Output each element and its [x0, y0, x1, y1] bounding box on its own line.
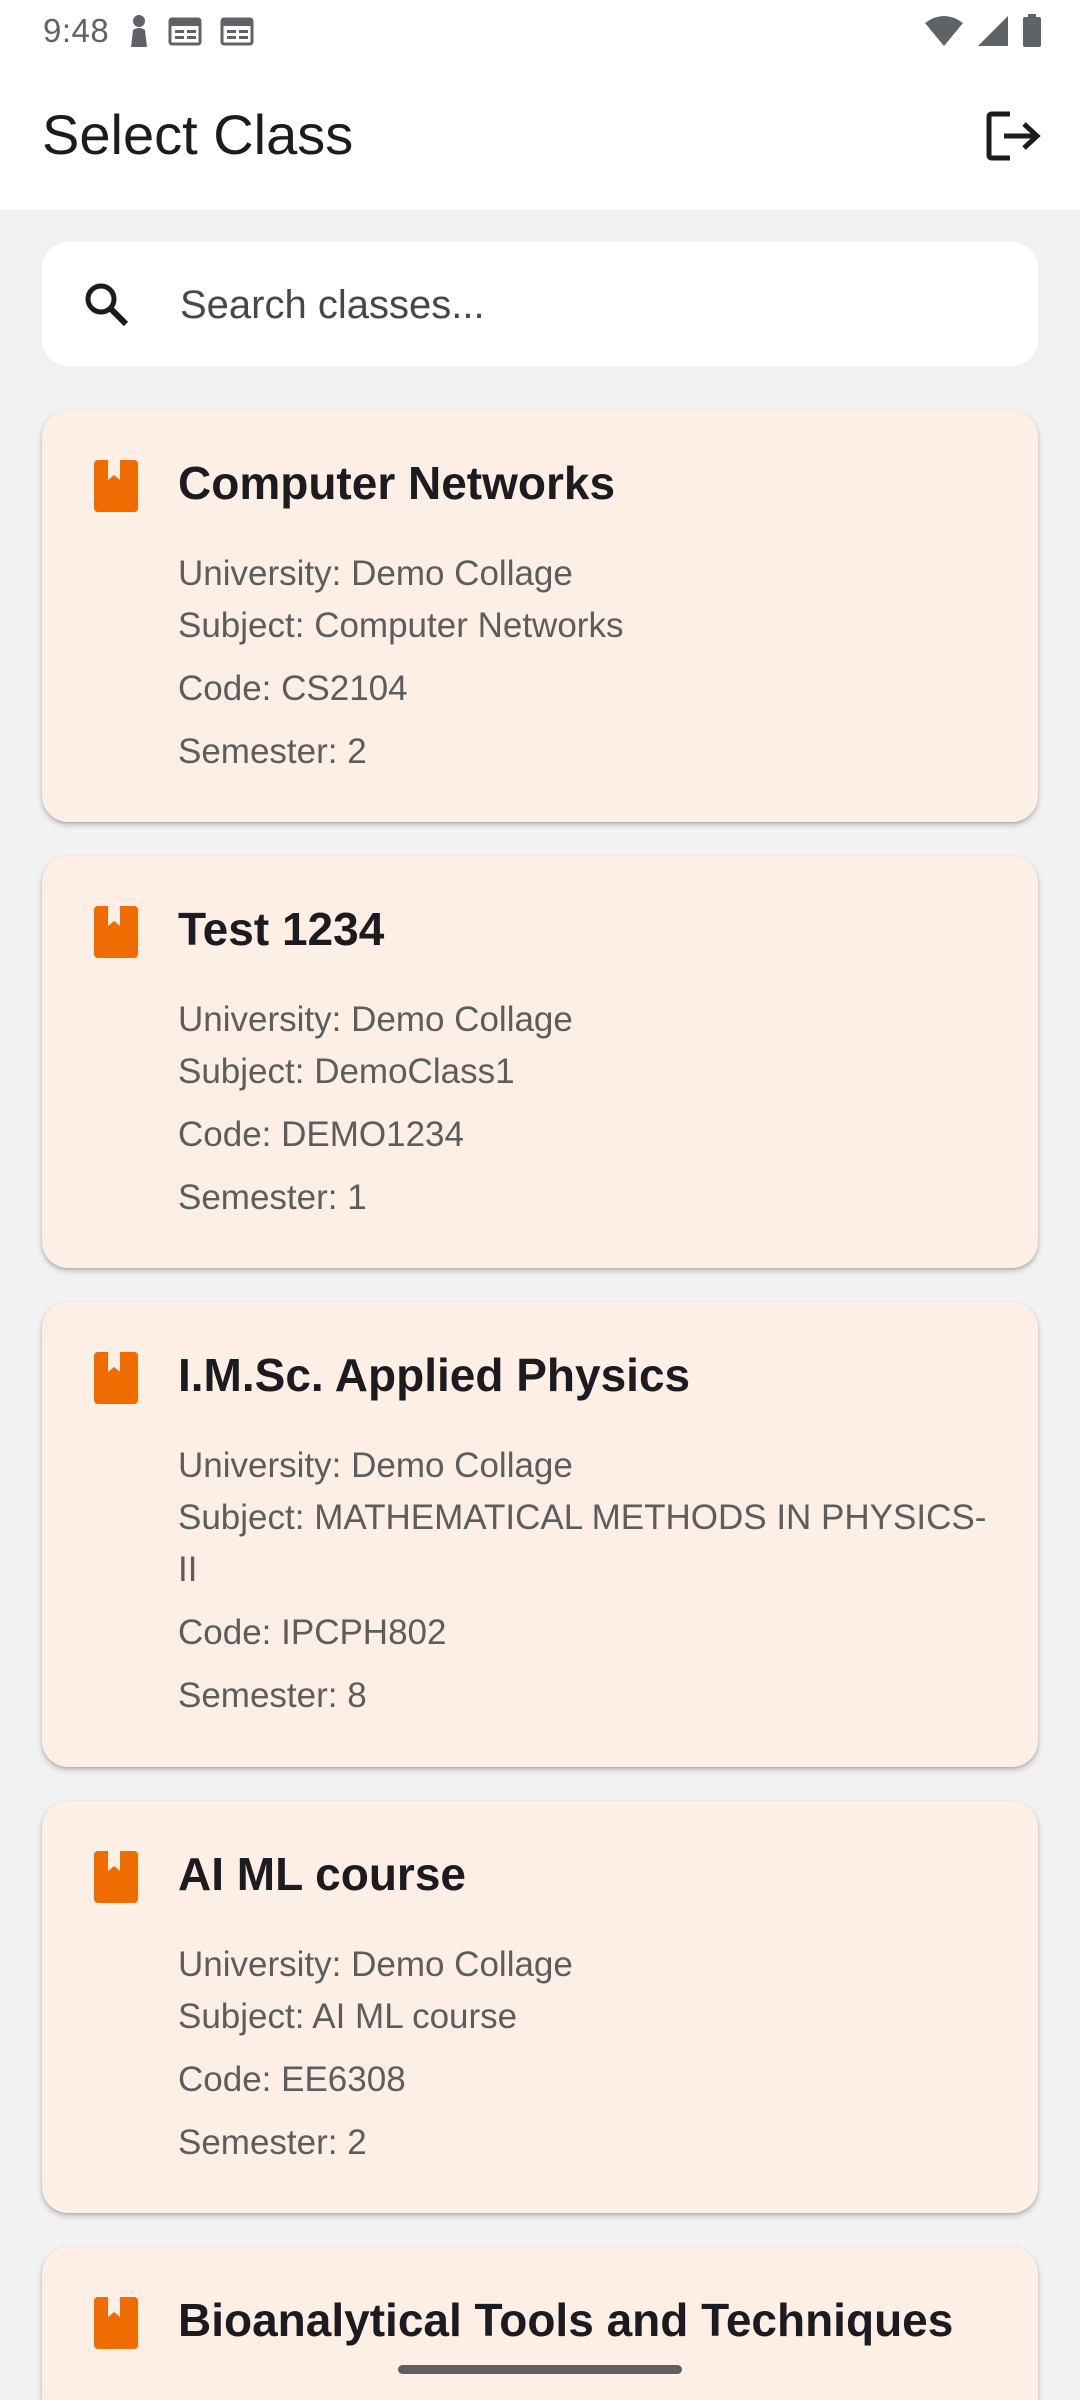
bookmark-book-icon: [94, 2297, 138, 2354]
class-subject: Subject: MATHEMATICAL METHODS IN PHYSICS…: [178, 1498, 987, 1589]
class-semester: Semester: 1: [178, 1178, 367, 1217]
calendar-icon: [168, 16, 202, 51]
class-subject: Subject: DemoClass1: [178, 1052, 515, 1091]
class-card[interactable]: Computer Networks University: Demo Colla…: [42, 410, 1038, 822]
class-details: University: Demo Collage Subject: DemoCl…: [178, 994, 998, 1224]
class-title: Bioanalytical Tools and Techniques: [178, 2294, 954, 2346]
logout-icon: [986, 110, 1042, 167]
class-code: Code: IPCPH802: [178, 1613, 447, 1652]
status-right-icons: [924, 14, 1042, 53]
class-code: Code: EE6308: [178, 2060, 406, 2099]
page-title: Select Class: [42, 103, 354, 166]
class-details: University: Demo Collage Subject: MATHEM…: [178, 1440, 998, 1722]
class-code: Code: CS2104: [178, 669, 408, 708]
search-bar[interactable]: [42, 242, 1038, 366]
battery-icon: [1022, 14, 1042, 53]
class-title: Test 1234: [178, 903, 385, 955]
class-card[interactable]: Bioanalytical Tools and Techniques: [42, 2247, 1038, 2400]
class-semester: Semester: 8: [178, 1676, 367, 1715]
class-card[interactable]: AI ML course University: Demo Collage Su…: [42, 1801, 1038, 2213]
status-time: 9:48: [43, 12, 110, 49]
class-details: University: Demo Collage Subject: AI ML …: [178, 1939, 998, 2169]
class-university: University: Demo Collage: [178, 1446, 573, 1485]
person-icon: [128, 14, 150, 53]
search-input[interactable]: [178, 272, 1002, 338]
search-icon: [82, 280, 130, 333]
class-code: Code: DEMO1234: [178, 1115, 464, 1154]
logout-button[interactable]: [978, 102, 1050, 174]
class-semester: Semester: 2: [178, 732, 367, 771]
signal-icon: [976, 15, 1010, 52]
class-university: University: Demo Collage: [178, 554, 573, 593]
class-title: Computer Networks: [178, 457, 616, 509]
calendar-icon: [220, 16, 254, 51]
class-semester: Semester: 2: [178, 2123, 367, 2162]
bookmark-book-icon: [94, 1851, 138, 1908]
class-title: I.M.Sc. Applied Physics: [178, 1349, 691, 1401]
class-subject: Subject: AI ML course: [178, 1997, 518, 2036]
class-details: University: Demo Collage Subject: Comput…: [178, 548, 998, 778]
status-left-icons: [128, 14, 254, 53]
bookmark-book-icon: [94, 1352, 138, 1409]
wifi-icon: [924, 15, 964, 52]
class-university: University: Demo Collage: [178, 1945, 573, 1984]
bookmark-book-icon: [94, 906, 138, 963]
class-card[interactable]: I.M.Sc. Applied Physics University: Demo…: [42, 1302, 1038, 1767]
class-card[interactable]: Test 1234 University: Demo Collage Subje…: [42, 856, 1038, 1268]
status-bar: 9:48: [0, 0, 1080, 62]
class-title: AI ML course: [178, 1848, 466, 1900]
class-subject: Subject: Computer Networks: [178, 606, 624, 645]
home-indicator[interactable]: [398, 2365, 682, 2374]
app-bar: Select Class: [0, 62, 1080, 210]
bookmark-book-icon: [94, 460, 138, 517]
class-university: University: Demo Collage: [178, 1000, 573, 1039]
